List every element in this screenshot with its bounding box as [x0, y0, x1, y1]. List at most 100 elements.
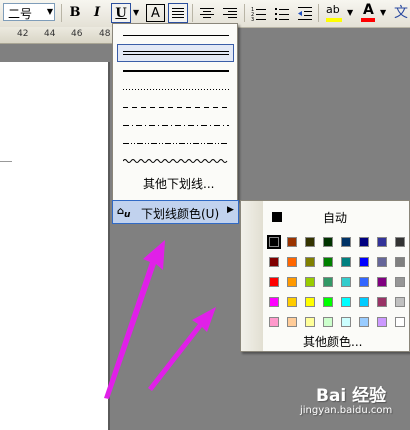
baidu-jingyan-watermark: Bai 经验 jingyan.baidu.com [296, 381, 410, 421]
page-shadow [108, 62, 110, 430]
highlight-button[interactable]: ab [324, 3, 344, 23]
dash-dot-line-icon [123, 125, 229, 126]
automatic-color-swatch[interactable] [272, 212, 282, 222]
more-underlines-item[interactable]: 其他下划线... [143, 175, 214, 192]
color-swatch[interactable] [395, 277, 405, 287]
underline-button[interactable]: U [111, 3, 131, 23]
underline-color-menu-item[interactable]: ⌂ u 下划线颜色(U) ▶ [112, 200, 239, 224]
underline-style-dotted[interactable] [117, 80, 234, 98]
color-swatch[interactable] [359, 257, 369, 267]
color-swatch[interactable] [323, 257, 333, 267]
align-center-icon[interactable] [199, 5, 215, 21]
submenu-arrow-icon: ▶ [227, 205, 234, 215]
color-swatch[interactable] [287, 257, 297, 267]
underline-color-submenu: 自动 其他颜色... [240, 200, 410, 352]
color-swatch[interactable] [323, 317, 333, 327]
underline-style-dash-dot-dot[interactable] [117, 134, 234, 152]
wavy-line-icon [123, 159, 228, 163]
font-size-combo[interactable]: 二号 ▼ [3, 3, 55, 21]
dash-dot-dot-line-icon [123, 143, 229, 144]
font-color-icon: A [363, 2, 374, 18]
underline-style-dashed[interactable] [117, 98, 234, 116]
single-line-icon [123, 35, 229, 36]
annotation-arrow-right [148, 307, 216, 391]
bold-button[interactable]: B [66, 3, 84, 23]
dashed-line-icon [123, 107, 229, 108]
bullet-list-icon[interactable] [274, 5, 290, 21]
svg-text:u: u [124, 210, 131, 220]
align-justify-button[interactable] [168, 3, 188, 23]
color-swatch[interactable] [395, 257, 405, 267]
color-swatch[interactable] [395, 237, 405, 247]
color-swatch[interactable] [305, 277, 315, 287]
more-colors-item[interactable]: 其他颜色... [303, 333, 362, 350]
color-swatch[interactable] [305, 237, 315, 247]
phonetic-guide-button[interactable]: 文 [394, 2, 408, 22]
color-swatch[interactable] [341, 257, 351, 267]
watermark-url: jingyan.baidu.com [300, 405, 393, 416]
color-swatch[interactable] [377, 257, 387, 267]
underline-color-icon: ⌂ u [117, 206, 131, 220]
color-swatch[interactable] [359, 297, 369, 307]
underline-style-thick[interactable] [117, 62, 234, 80]
chevron-down-icon[interactable]: ▼ [380, 8, 386, 17]
numbered-list-icon[interactable]: 123 [251, 5, 267, 21]
color-swatch[interactable] [269, 257, 279, 267]
color-swatch[interactable] [323, 277, 333, 287]
ruler-tick: 48 [99, 29, 111, 39]
color-swatch[interactable] [395, 317, 405, 327]
color-swatch[interactable] [323, 297, 333, 307]
color-swatch[interactable] [269, 317, 279, 327]
watermark-brand: Bai 经验 [316, 386, 387, 406]
double-line-icon [123, 51, 229, 55]
color-swatch[interactable] [269, 277, 279, 287]
color-swatch[interactable] [341, 317, 351, 327]
color-swatch[interactable] [323, 237, 333, 247]
menu-gutter [241, 201, 263, 351]
toolbar-separator [318, 4, 319, 22]
chevron-down-icon[interactable]: ▼ [347, 8, 353, 17]
color-swatch[interactable] [359, 277, 369, 287]
italic-button[interactable]: I [88, 3, 106, 23]
color-swatch[interactable] [341, 277, 351, 287]
color-swatch[interactable] [377, 297, 387, 307]
underline-style-double[interactable] [117, 44, 234, 62]
toolbar-separator [61, 4, 62, 22]
underline-color-label: 下划线颜色(U) [141, 207, 220, 221]
document-page[interactable] [0, 62, 108, 430]
thick-line-icon [123, 70, 229, 72]
color-swatch[interactable] [359, 317, 369, 327]
underline-style-dash-dot[interactable] [117, 116, 234, 134]
color-swatch[interactable] [305, 317, 315, 327]
automatic-color-label[interactable]: 自动 [323, 209, 347, 226]
color-swatch[interactable] [287, 317, 297, 327]
selected-swatch-indicator [267, 235, 281, 249]
color-swatch[interactable] [377, 237, 387, 247]
color-swatch[interactable] [377, 317, 387, 327]
underline-style-single[interactable] [117, 27, 234, 45]
color-swatch[interactable] [395, 297, 405, 307]
color-swatch[interactable] [269, 297, 279, 307]
annotation-arrow-group [104, 240, 216, 399]
underline-dropdown-arrow-icon[interactable]: ▼ [133, 8, 139, 17]
color-swatch[interactable] [359, 237, 369, 247]
align-justify-icon [172, 8, 184, 18]
decrease-indent-icon[interactable] [297, 5, 313, 21]
color-swatch[interactable] [305, 257, 315, 267]
align-right-icon[interactable] [222, 5, 238, 21]
highlight-icon: ab [326, 3, 340, 16]
color-swatch[interactable] [341, 237, 351, 247]
color-swatch[interactable] [341, 297, 351, 307]
color-swatch[interactable] [377, 277, 387, 287]
color-swatch[interactable] [287, 297, 297, 307]
color-swatch[interactable] [287, 237, 297, 247]
character-border-button[interactable]: A [146, 4, 165, 22]
font-color-bar [361, 18, 375, 22]
svg-text:3: 3 [251, 17, 254, 21]
color-swatch[interactable] [305, 297, 315, 307]
underline-style-wave[interactable] [117, 152, 234, 170]
color-swatch[interactable] [287, 277, 297, 287]
font-color-button[interactable]: A [360, 2, 376, 22]
font-size-value: 二号 [8, 7, 33, 21]
chevron-down-icon[interactable]: ▼ [45, 4, 55, 20]
